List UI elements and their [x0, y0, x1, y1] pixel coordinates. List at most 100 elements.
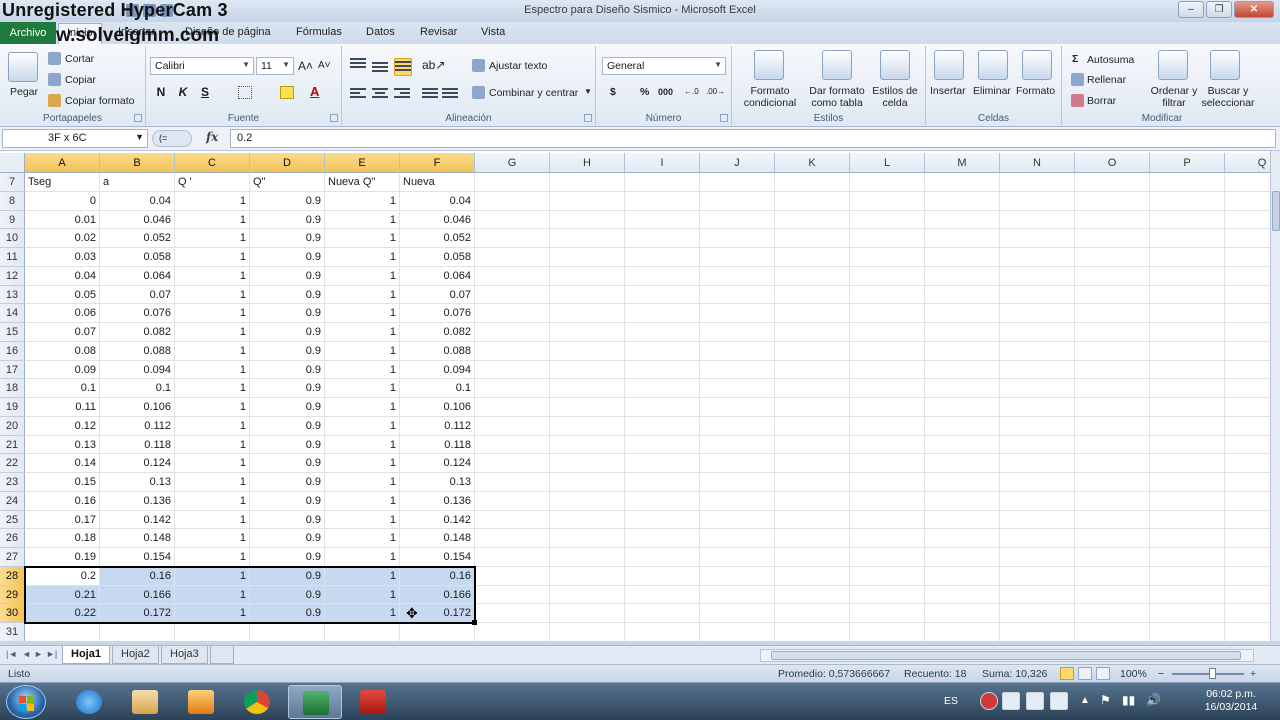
acrobat-button[interactable]: [346, 685, 400, 719]
table-cell[interactable]: [1000, 416, 1075, 436]
tab-formulas[interactable]: Fórmulas: [296, 26, 342, 38]
table-cell[interactable]: [550, 341, 625, 361]
flag-icon[interactable]: ⚑: [1100, 693, 1111, 707]
table-cell[interactable]: [1000, 285, 1075, 305]
row-header[interactable]: 16: [0, 341, 25, 361]
table-cell[interactable]: 0.154: [400, 548, 475, 567]
table-cell[interactable]: [775, 191, 850, 211]
table-cell[interactable]: [625, 604, 700, 623]
table-cell[interactable]: 1: [175, 360, 250, 380]
table-cell[interactable]: [925, 360, 1000, 380]
table-cell[interactable]: 0.03: [25, 248, 100, 267]
header-cell[interactable]: [925, 173, 1000, 192]
table-cell[interactable]: [1075, 548, 1150, 567]
table-cell[interactable]: 0.04: [400, 191, 475, 211]
row-header[interactable]: 25: [0, 510, 25, 530]
table-cell[interactable]: [925, 248, 1000, 267]
table-cell[interactable]: [925, 623, 1000, 641]
find-select-button[interactable]: Buscar y seleccionar: [1198, 85, 1258, 109]
table-cell[interactable]: [700, 323, 775, 342]
table-cell[interactable]: 0.19: [25, 548, 100, 567]
table-cell[interactable]: [925, 473, 1000, 492]
table-cell[interactable]: 1: [175, 529, 250, 548]
table-cell[interactable]: [1150, 229, 1225, 248]
table-cell[interactable]: [625, 229, 700, 248]
table-cell[interactable]: 1: [175, 435, 250, 455]
table-cell[interactable]: [775, 360, 850, 380]
table-cell[interactable]: [475, 210, 550, 230]
header-cell[interactable]: [1000, 173, 1075, 192]
table-cell[interactable]: [550, 379, 625, 398]
table-cell[interactable]: [1225, 267, 1270, 286]
table-cell[interactable]: [1075, 379, 1150, 398]
table-cell[interactable]: [250, 623, 325, 641]
table-cell[interactable]: [1225, 379, 1270, 398]
table-cell[interactable]: 0.11: [25, 398, 100, 417]
table-cell[interactable]: 0.106: [400, 398, 475, 417]
table-cell[interactable]: [475, 341, 550, 361]
table-cell[interactable]: [1075, 529, 1150, 548]
table-cell[interactable]: [1000, 398, 1075, 417]
prev-sheet-icon[interactable]: ◄: [22, 649, 31, 659]
table-cell[interactable]: [775, 285, 850, 305]
row-header[interactable]: 19: [0, 398, 25, 417]
excel-button[interactable]: [288, 685, 342, 719]
row-header[interactable]: 30: [0, 604, 25, 623]
table-cell[interactable]: [625, 210, 700, 230]
column-header-o[interactable]: O: [1075, 153, 1150, 173]
table-cell[interactable]: [775, 416, 850, 436]
table-cell[interactable]: 1: [325, 285, 400, 305]
insert-sheet-icon[interactable]: [210, 646, 234, 664]
table-cell[interactable]: [1075, 341, 1150, 361]
header-cell[interactable]: Nueva Q": [325, 173, 400, 192]
table-cell[interactable]: [1000, 604, 1075, 623]
pause-icon[interactable]: [1026, 692, 1044, 710]
table-cell[interactable]: [1225, 229, 1270, 248]
table-cell[interactable]: [775, 510, 850, 530]
table-cell[interactable]: [475, 191, 550, 211]
table-cell[interactable]: 0.082: [400, 323, 475, 342]
header-cell[interactable]: [700, 173, 775, 192]
table-cell[interactable]: [700, 266, 775, 286]
table-cell[interactable]: [1150, 566, 1225, 586]
table-cell[interactable]: [1075, 360, 1150, 380]
table-cell[interactable]: [1075, 491, 1150, 511]
table-cell[interactable]: [475, 510, 550, 530]
table-cell[interactable]: [925, 510, 1000, 530]
table-cell[interactable]: 0.07: [400, 285, 475, 305]
table-cell[interactable]: [550, 398, 625, 417]
tab-review[interactable]: Revisar: [420, 26, 457, 38]
table-cell[interactable]: [1000, 585, 1075, 605]
font-size-select[interactable]: 11 ▼: [256, 57, 294, 75]
table-cell[interactable]: 1: [325, 529, 400, 548]
table-cell[interactable]: [475, 585, 550, 605]
header-cell[interactable]: [1075, 173, 1150, 192]
column-header-c[interactable]: C: [175, 153, 250, 173]
column-header-g[interactable]: G: [475, 153, 550, 173]
table-cell[interactable]: [475, 285, 550, 305]
insert-function-button[interactable]: fx: [206, 130, 218, 144]
table-cell[interactable]: [850, 473, 925, 492]
column-header-i[interactable]: I: [625, 153, 700, 173]
format-cells-button[interactable]: Formato: [1016, 85, 1055, 97]
table-cell[interactable]: [1150, 548, 1225, 567]
table-cell[interactable]: 0.9: [250, 229, 325, 248]
table-cell[interactable]: 0.064: [100, 266, 175, 286]
table-cell[interactable]: [1225, 454, 1270, 473]
table-cell[interactable]: [1150, 585, 1225, 605]
chrome-button[interactable]: [230, 685, 284, 719]
table-cell[interactable]: [775, 266, 850, 286]
table-cell[interactable]: [775, 548, 850, 567]
sort-filter-button[interactable]: Ordenar y filtrar: [1148, 85, 1200, 109]
table-cell[interactable]: [1225, 623, 1270, 641]
horizontal-scrollbar[interactable]: [760, 649, 1254, 662]
table-cell[interactable]: [1000, 566, 1075, 586]
header-cell[interactable]: Q": [250, 173, 325, 192]
table-cell[interactable]: [850, 191, 925, 211]
table-cell[interactable]: [1075, 248, 1150, 267]
table-cell[interactable]: [700, 210, 775, 230]
header-cell[interactable]: [1225, 173, 1270, 192]
first-sheet-icon[interactable]: |◄: [6, 649, 17, 659]
table-cell[interactable]: 0.9: [250, 191, 325, 211]
table-cell[interactable]: [550, 529, 625, 548]
